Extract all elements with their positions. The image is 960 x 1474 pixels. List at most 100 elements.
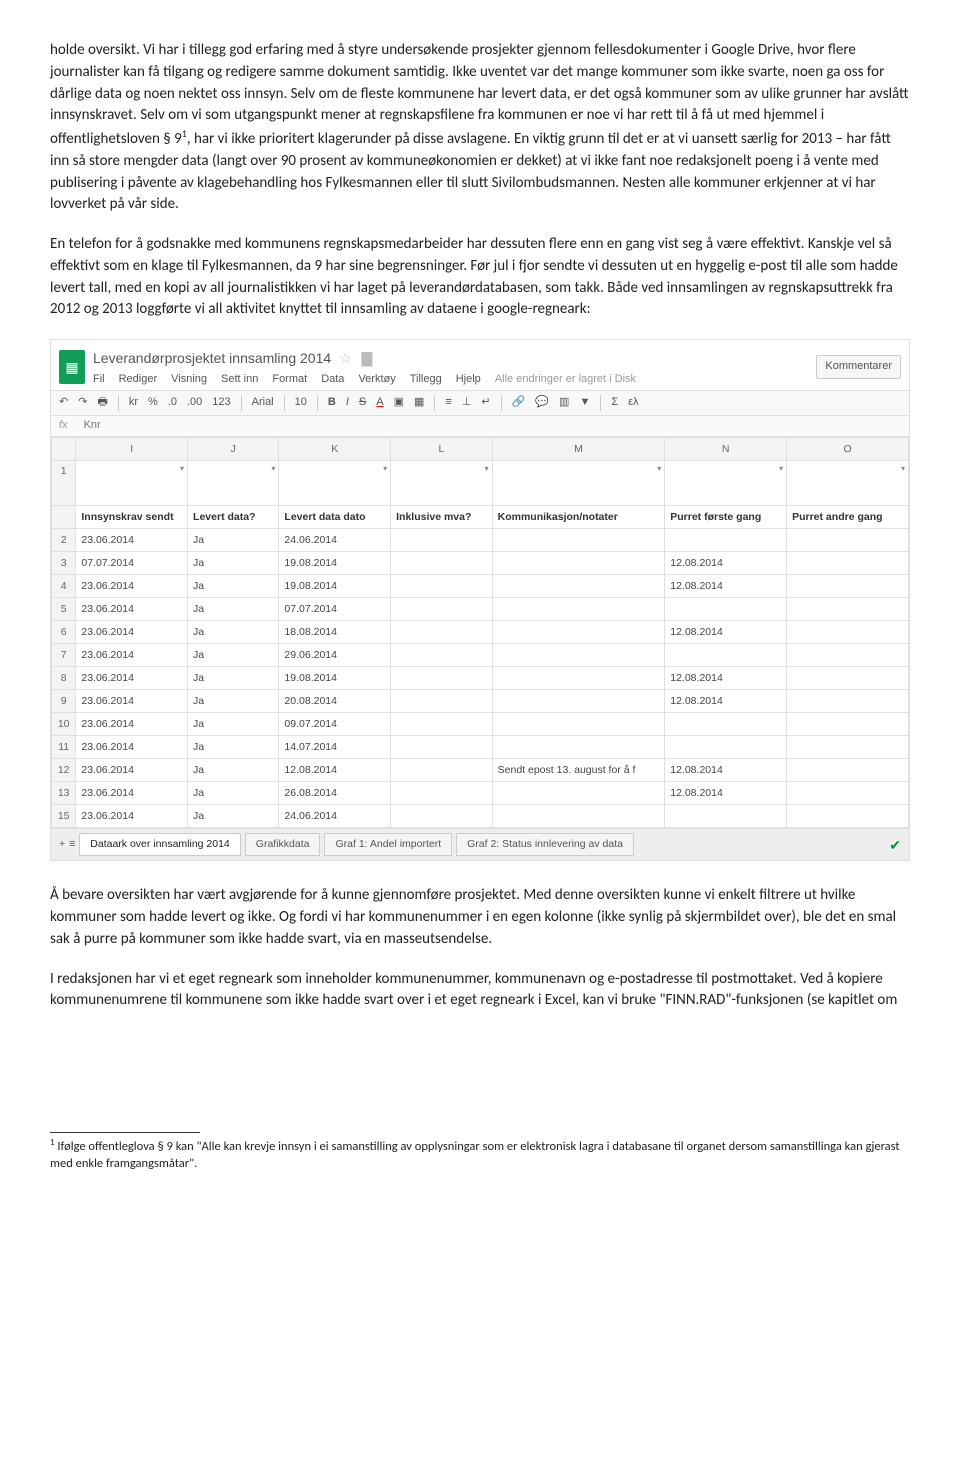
data-cell[interactable]: 24.06.2014 [279,805,391,828]
data-cell[interactable] [391,805,493,828]
sheet-tab[interactable]: Graf 1: Andel importert [324,833,452,856]
data-cell[interactable]: 23.06.2014 [76,713,188,736]
undo-icon[interactable]: ↶ [59,395,68,411]
data-cell[interactable]: 23.06.2014 [76,575,188,598]
data-cell[interactable]: 29.06.2014 [279,644,391,667]
data-cell[interactable]: 12.08.2014 [665,690,787,713]
data-cell[interactable] [492,575,665,598]
row-number[interactable]: 4 [52,575,76,598]
data-cell[interactable] [391,782,493,805]
data-cell[interactable]: Ja [188,644,279,667]
data-cell[interactable]: 12.08.2014 [665,575,787,598]
number-format[interactable]: 123 [212,395,230,411]
data-cell[interactable]: 19.08.2014 [279,575,391,598]
data-cell[interactable]: 07.07.2014 [279,598,391,621]
data-cell[interactable] [391,759,493,782]
percent-format[interactable]: % [148,395,158,411]
data-cell[interactable]: 23.06.2014 [76,529,188,552]
data-cell[interactable] [391,575,493,598]
data-cell[interactable] [492,713,665,736]
data-cell[interactable]: Ja [188,667,279,690]
col-O[interactable]: O [787,438,909,461]
data-cell[interactable] [492,805,665,828]
data-cell[interactable] [492,529,665,552]
data-cell[interactable] [665,529,787,552]
data-cell[interactable] [665,644,787,667]
data-cell[interactable] [665,805,787,828]
folder-icon[interactable]: ▇ [361,350,372,366]
data-cell[interactable] [787,529,909,552]
comment-icon[interactable]: 💬 [535,395,549,411]
data-cell[interactable] [787,713,909,736]
data-cell[interactable] [492,598,665,621]
sheets-document-title[interactable]: Leverandørprosjektet innsamling 2014 ☆ ▇ [93,346,808,370]
data-cell[interactable] [391,552,493,575]
row-number[interactable]: 9 [52,690,76,713]
data-cell[interactable] [787,552,909,575]
col-J[interactable]: J [188,438,279,461]
data-cell[interactable]: 18.08.2014 [279,621,391,644]
data-cell[interactable]: 23.06.2014 [76,690,188,713]
data-cell[interactable]: Ja [188,713,279,736]
hdr-cell[interactable]: Kommunikasjon/notater [492,506,665,529]
data-cell[interactable] [391,690,493,713]
data-cell[interactable] [391,667,493,690]
data-cell[interactable] [665,713,787,736]
add-sheet-icon[interactable]: + [59,837,65,852]
data-cell[interactable] [391,621,493,644]
strike-button[interactable]: S [359,395,366,411]
data-cell[interactable] [665,598,787,621]
text-color-button[interactable]: A [376,395,383,411]
data-cell[interactable] [787,644,909,667]
data-cell[interactable]: Ja [188,598,279,621]
link-icon[interactable]: 🔗 [512,395,526,411]
data-cell[interactable]: 24.06.2014 [279,529,391,552]
menu-format[interactable]: Format [272,372,307,388]
col-N[interactable]: N [665,438,787,461]
data-cell[interactable] [787,805,909,828]
row-1[interactable]: 1 [52,461,76,506]
row-head[interactable] [52,506,76,529]
data-cell[interactable] [492,621,665,644]
col-K[interactable]: K [279,438,391,461]
italic-button[interactable]: I [346,395,349,411]
data-cell[interactable]: Sendt epost 13. august for å f [492,759,665,782]
spreadsheet-grid[interactable]: I J K L M N O 1 Innsynskrav sendt Levert… [51,437,909,828]
row-number[interactable]: 13 [52,782,76,805]
data-cell[interactable]: 20.08.2014 [279,690,391,713]
sheet-tab[interactable]: Grafikkdata [245,833,321,856]
data-cell[interactable]: 12.08.2014 [665,552,787,575]
menu-fil[interactable]: Fil [93,372,105,388]
print-icon[interactable]: 🖶 [97,395,107,411]
menu-hjelp[interactable]: Hjelp [456,372,481,388]
row-number[interactable]: 10 [52,713,76,736]
corner-cell[interactable] [52,438,76,461]
valign-icon[interactable]: ⊥ [462,395,472,411]
sheet-tab[interactable]: Graf 2: Status innlevering av data [456,833,634,856]
row-number[interactable]: 15 [52,805,76,828]
menu-tillegg[interactable]: Tillegg [410,372,442,388]
data-cell[interactable]: 07.07.2014 [76,552,188,575]
filter-cell[interactable] [188,461,279,506]
data-cell[interactable]: Ja [188,759,279,782]
data-cell[interactable]: 23.06.2014 [76,621,188,644]
data-cell[interactable] [492,736,665,759]
hdr-cell[interactable]: Purret første gang [665,506,787,529]
row-number[interactable]: 7 [52,644,76,667]
row-number[interactable]: 8 [52,667,76,690]
align-icon[interactable]: ≡ [445,395,451,411]
col-L[interactable]: L [391,438,493,461]
filter-cell[interactable] [76,461,188,506]
data-cell[interactable] [492,667,665,690]
data-cell[interactable]: 23.06.2014 [76,667,188,690]
data-cell[interactable]: 23.06.2014 [76,644,188,667]
filter-cell[interactable] [492,461,665,506]
filter-cell[interactable] [787,461,909,506]
wrap-icon[interactable]: ↵ [481,395,490,411]
chart-icon[interactable]: ▥ [559,395,569,411]
data-cell[interactable]: 23.06.2014 [76,782,188,805]
font-size[interactable]: 10 [295,395,307,411]
more-button[interactable]: ελ [628,395,638,411]
data-cell[interactable] [391,713,493,736]
data-cell[interactable]: 26.08.2014 [279,782,391,805]
